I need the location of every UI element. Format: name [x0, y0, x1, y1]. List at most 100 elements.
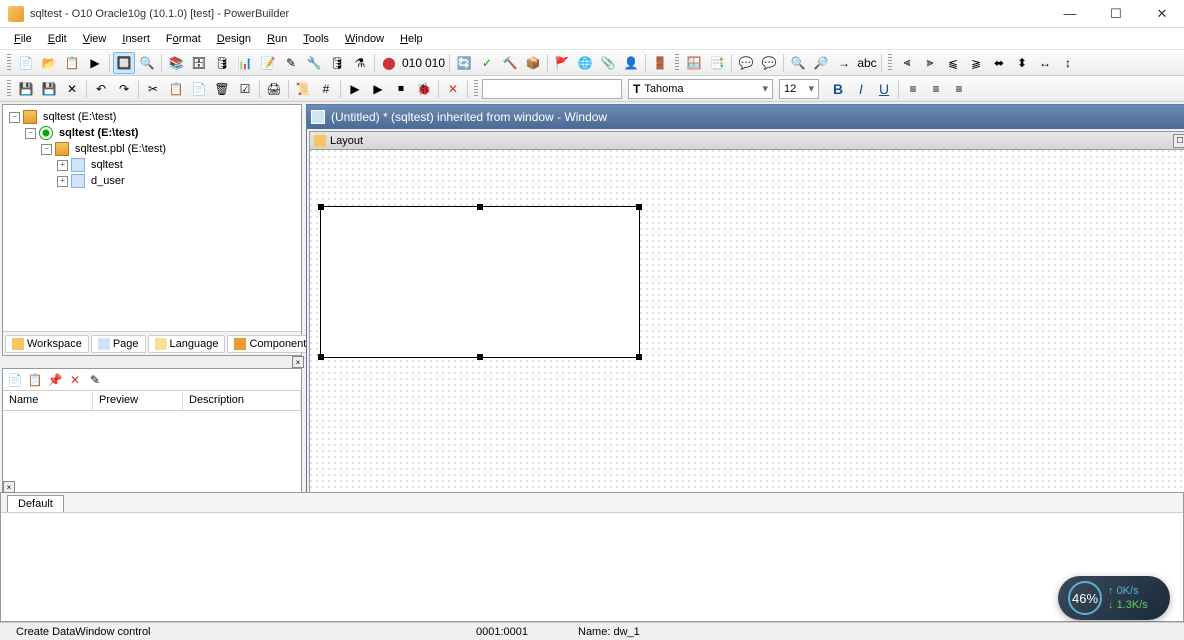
- replace-icon[interactable]: 🔎: [810, 52, 832, 74]
- tab-order-icon[interactable]: #: [315, 78, 337, 100]
- mdi-titlebar[interactable]: (Untitled) * (sqltest) inherited from wi…: [307, 105, 1184, 129]
- tab-default[interactable]: Default: [7, 495, 64, 512]
- tab-icon[interactable]: 📑: [706, 52, 728, 74]
- struct-icon[interactable]: 📊: [234, 52, 256, 74]
- col-description[interactable]: Description: [183, 391, 301, 410]
- stop-icon[interactable]: ⏹: [390, 78, 412, 100]
- spell-icon[interactable]: abc: [856, 52, 878, 74]
- design-canvas[interactable]: [310, 150, 1184, 490]
- app-icon-btn[interactable]: 🔧: [303, 52, 325, 74]
- user-icon[interactable]: 👤: [620, 52, 642, 74]
- toolbar2-grip2[interactable]: [474, 80, 478, 98]
- find-icon[interactable]: 🔍: [787, 52, 809, 74]
- menu-run[interactable]: Run: [259, 31, 295, 47]
- db-profile-icon[interactable]: 🗄: [188, 52, 210, 74]
- window-icon[interactable]: 🪟: [683, 52, 705, 74]
- paste-icon[interactable]: 📄: [188, 78, 210, 100]
- print-icon[interactable]: 🖨: [263, 78, 285, 100]
- speed-widget[interactable]: 46% ↑ 0K/s ↓ 1.3K/s: [1058, 576, 1170, 620]
- comment-icon[interactable]: 💬: [735, 52, 757, 74]
- tree-obj-duser[interactable]: + d_user: [7, 173, 297, 189]
- bold-icon[interactable]: B: [827, 78, 849, 100]
- maximize-button[interactable]: ☐: [1102, 4, 1130, 24]
- resize-handle-ne[interactable]: [636, 204, 642, 210]
- browser-icon[interactable]: 🌐: [574, 52, 596, 74]
- tree-obj-sqltest[interactable]: + sqltest: [7, 157, 297, 173]
- profile-icon[interactable]: 010: [424, 52, 446, 74]
- minimize-button[interactable]: —: [1056, 4, 1084, 24]
- text-center-icon[interactable]: ≡: [925, 78, 947, 100]
- resize-handle-se[interactable]: [636, 354, 642, 360]
- undo-icon[interactable]: ↶: [90, 78, 112, 100]
- db-icon[interactable]: 🛢: [211, 52, 233, 74]
- resize-handle-sw[interactable]: [318, 354, 324, 360]
- resize-handle-n[interactable]: [477, 204, 483, 210]
- menu-help[interactable]: Help: [392, 31, 431, 47]
- inherit-icon[interactable]: 📋: [61, 52, 83, 74]
- datawindow-control[interactable]: [320, 206, 640, 358]
- menu-tools[interactable]: Tools: [295, 31, 337, 47]
- menu-view[interactable]: View: [75, 31, 115, 47]
- size-combo[interactable]: 12 ▾: [779, 79, 819, 99]
- cut-icon[interactable]: ✂: [142, 78, 164, 100]
- size-h-icon[interactable]: ↕: [1057, 52, 1079, 74]
- trace-icon[interactable]: 010: [401, 52, 423, 74]
- delete-icon[interactable]: ✕: [442, 78, 464, 100]
- clip-delete-icon[interactable]: ✕: [66, 371, 84, 389]
- sql-icon[interactable]: 📝: [257, 52, 279, 74]
- run-icon[interactable]: ▶: [84, 52, 106, 74]
- close-doc-icon[interactable]: ✕: [61, 78, 83, 100]
- space-h-icon[interactable]: ⬌: [988, 52, 1010, 74]
- uncomment-icon[interactable]: 💬: [758, 52, 780, 74]
- deploy-icon[interactable]: 📦: [522, 52, 544, 74]
- menu-insert[interactable]: Insert: [114, 31, 158, 47]
- style-combo[interactable]: [482, 79, 622, 99]
- data-icon[interactable]: 🛢: [326, 52, 348, 74]
- expand-icon[interactable]: +: [57, 176, 68, 187]
- clip-icon[interactable]: 📎: [597, 52, 619, 74]
- menu-file[interactable]: FFileile: [6, 31, 40, 47]
- collapse-icon[interactable]: −: [25, 128, 36, 139]
- preview-run-icon[interactable]: ▶: [344, 78, 366, 100]
- clip-copy-icon[interactable]: 📋: [26, 371, 44, 389]
- build-icon[interactable]: 🔨: [499, 52, 521, 74]
- library-icon[interactable]: 📚: [165, 52, 187, 74]
- clear-icon[interactable]: 🗑: [211, 78, 233, 100]
- menu-format[interactable]: Format: [158, 31, 209, 47]
- edit-icon[interactable]: ✎: [280, 52, 302, 74]
- col-preview[interactable]: Preview: [93, 391, 183, 410]
- font-combo[interactable]: T Tahoma ▾: [628, 79, 773, 99]
- saveall-icon[interactable]: 💾: [38, 78, 60, 100]
- mid-close-button[interactable]: ×: [292, 356, 304, 368]
- align-left-icon[interactable]: ⫷: [896, 52, 918, 74]
- run-app-icon[interactable]: ▶: [367, 78, 389, 100]
- clip-new-icon[interactable]: 📄: [6, 371, 24, 389]
- resize-handle-nw[interactable]: [318, 204, 324, 210]
- collapse-icon[interactable]: −: [9, 112, 20, 123]
- align-top-icon[interactable]: ⫺: [965, 52, 987, 74]
- tree-target[interactable]: − sqltest (E:\test): [7, 125, 297, 141]
- pipeline-icon[interactable]: ⚗: [349, 52, 371, 74]
- tab-page[interactable]: Page: [91, 335, 146, 353]
- menu-edit[interactable]: Edit: [40, 31, 75, 47]
- exit-icon[interactable]: 🚪: [649, 52, 671, 74]
- italic-icon[interactable]: I: [850, 78, 872, 100]
- debug-run-icon[interactable]: 🐞: [413, 78, 435, 100]
- script-icon[interactable]: 📜: [292, 78, 314, 100]
- menu-design[interactable]: Design: [209, 31, 259, 47]
- goto-icon[interactable]: →: [833, 52, 855, 74]
- preview-icon[interactable]: 🔍: [136, 52, 158, 74]
- tree-pbl[interactable]: − sqltest.pbl (E:\test): [7, 141, 297, 157]
- text-left-icon[interactable]: ≡: [902, 78, 924, 100]
- check-icon[interactable]: ✓: [476, 52, 498, 74]
- text-right-icon[interactable]: ≡: [948, 78, 970, 100]
- toolbar2-grip[interactable]: [7, 80, 11, 98]
- copy-icon[interactable]: 📋: [165, 78, 187, 100]
- output-close-button[interactable]: ×: [3, 481, 15, 493]
- toolbar-grip2[interactable]: [675, 54, 679, 72]
- debug-icon[interactable]: ⬤: [378, 52, 400, 74]
- collapse-icon[interactable]: −: [41, 144, 52, 155]
- redo-icon[interactable]: ↷: [113, 78, 135, 100]
- resize-handle-s[interactable]: [477, 354, 483, 360]
- size-w-icon[interactable]: ↔: [1034, 52, 1056, 74]
